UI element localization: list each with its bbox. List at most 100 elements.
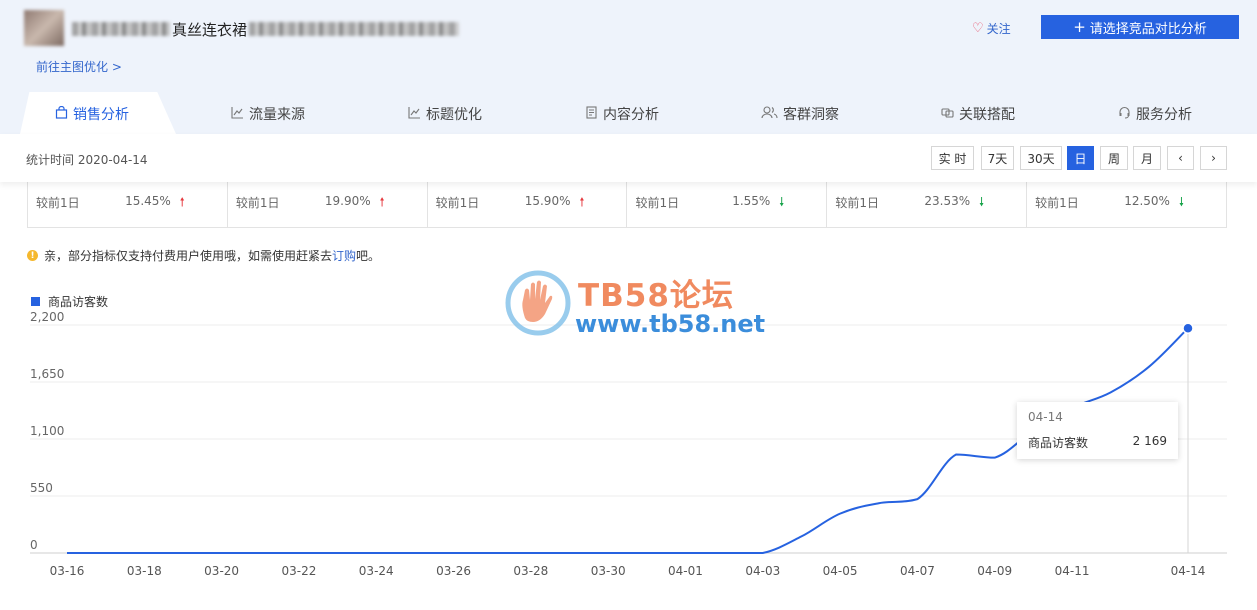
redacted-title-prefix [72,22,170,36]
document-icon [584,105,598,123]
legend-label: 商品访客数 [48,295,109,309]
metric-compare-label: 较前1日 [235,196,280,210]
x-tick-label: 03-16 [50,564,85,578]
compare-competitor-button[interactable]: + 请选择竞品对比分析 [1041,15,1239,39]
x-tick-label: 04-07 [900,564,935,578]
y-tick-label: 1,100 [30,424,64,438]
x-tick-label: 03-26 [436,564,471,578]
tab-sales-analysis[interactable]: 销售分析 [54,104,129,124]
metric-compare-label: 较前1日 [1035,196,1079,210]
analysis-tabs: 销售分析 流量来源 标题优化 内容分析 客群洞察 关联搭配 服务分析 [0,92,1257,134]
plus-icon: + [1073,17,1086,36]
data-point-highlight [1182,322,1194,334]
x-tick-label: 04-14 [1171,564,1206,578]
watermark-hand-logo [503,270,573,336]
chevron-right-icon: › [1211,151,1216,165]
y-tick-label: 1,650 [30,367,64,381]
metric-card: 较前1日 15.90% 🠕 [428,182,628,227]
product-header: 真丝连衣裙 前往主图优化 > ♡ 关注 + 请选择竞品对比分析 销售分析 流量来… [0,0,1257,134]
stat-time-label: 统计时间 2020-04-14 [26,153,148,167]
prev-date-button[interactable]: ‹ [1167,146,1194,170]
period-realtime-button[interactable]: 实 时 [931,146,974,170]
metric-card: 较前1日 19.90% 🠕 [228,182,428,227]
tab-audience-insight[interactable]: 客群洞察 [760,104,839,124]
arrow-down-icon: 🠗 [779,195,785,209]
tab-traffic-source[interactable]: 流量来源 [230,104,305,124]
metric-change-value: 15.90% [524,194,571,208]
tooltip-series-name: 商品访客数 [1028,436,1089,450]
paid-feature-notice: ! 亲，部分指标仅支持付费用户使用哦，如需使用赶紧去订购吧。 [27,247,380,264]
watermark-title: TB58论坛 [578,278,734,314]
chart-tooltip: 04-14 商品访客数 2 169 [1017,402,1178,459]
notice-text: 亲，部分指标仅支持付费用户使用哦，如需使用赶紧去 [44,249,333,263]
y-tick-label: 2,200 [30,310,64,324]
follow-label: 关注 [986,22,1011,36]
line-chart-icon [230,106,244,123]
next-date-button[interactable]: › [1200,146,1227,170]
legend-swatch [31,297,40,306]
x-tick-label: 03-18 [127,564,162,578]
info-icon: ! [27,250,38,261]
metric-card: 较前1日 12.50% 🠗 [1027,182,1226,227]
metric-change-value: 12.50% [1124,194,1170,208]
tooltip-date: 04-14 [1028,410,1063,424]
follow-button[interactable]: ♡ 关注 [972,20,1011,37]
notice-suffix: 吧。 [356,249,381,263]
metric-card: 较前1日 23.53% 🠗 [827,182,1028,227]
metric-card: 较前1日 1.55% 🠗 [627,182,828,227]
x-tick-label: 04-09 [977,564,1012,578]
metric-compare-label: 较前1日 [435,196,480,210]
period-month-button[interactable]: 月 [1133,146,1161,170]
date-toolbar: 统计时间 2020-04-14 实 时 7天 30天 日 周 月 ‹ › [0,134,1257,182]
arrow-up-icon: 🠕 [379,195,385,209]
product-title-text: 真丝连衣裙 [172,20,248,39]
redacted-title-suffix [249,22,460,36]
metric-strip: 较前1日 15.45% 🠕 较前1日 19.90% 🠕 较前1日 15.90% … [27,182,1227,228]
tooltip-value: 2 169 [1132,434,1167,448]
x-tick-label: 03-24 [359,564,394,578]
y-tick-label: 550 [30,481,53,495]
metric-change-value: 1.55% [732,194,771,208]
tab-content-analysis[interactable]: 内容分析 [584,104,659,124]
line-chart-icon [407,106,421,123]
compare-button-label: 请选择竞品对比分析 [1089,21,1207,37]
heart-icon: ♡ [972,21,984,36]
x-tick-label: 04-03 [745,564,780,578]
watermark-url: www.tb58.net [575,310,766,338]
x-tick-label: 04-11 [1055,564,1090,578]
chevron-left-icon: ‹ [1178,151,1183,165]
x-tick-label: 04-01 [668,564,703,578]
product-thumbnail [24,10,64,46]
product-title: 真丝连衣裙 [72,16,460,42]
y-tick-label: 0 [30,538,38,552]
users-icon [760,105,778,123]
x-tick-label: 03-20 [204,564,239,578]
period-day-button[interactable]: 日 [1067,146,1094,170]
metric-change-value: 15.45% [125,194,171,208]
tab-title-optimize[interactable]: 标题优化 [407,104,482,124]
metric-card: 较前1日 15.45% 🠕 [28,182,228,227]
subscribe-link[interactable]: 订购 [332,249,356,263]
shopping-bag-icon [54,105,68,123]
main-image-optimize-link[interactable]: 前往主图优化 > [36,58,122,75]
metric-compare-label: 较前1日 [835,196,879,210]
period-7day-button[interactable]: 7天 [981,146,1014,170]
x-tick-label: 03-22 [281,564,316,578]
x-tick-label: 04-05 [823,564,858,578]
arrow-up-icon: 🠕 [179,195,185,209]
link-icon [940,106,954,123]
metric-compare-label: 较前1日 [36,196,80,210]
metric-compare-label: 较前1日 [635,196,680,210]
arrow-down-icon: 🠗 [978,195,985,209]
arrow-down-icon: 🠗 [1178,195,1184,209]
metric-change-value: 19.90% [324,194,371,208]
chart-legend[interactable]: 商品访客数 [31,293,108,310]
x-tick-label: 03-28 [513,564,548,578]
period-30day-button[interactable]: 30天 [1020,146,1062,170]
arrow-up-icon: 🠕 [579,195,585,209]
headset-icon [1117,106,1131,123]
tab-related-matching[interactable]: 关联搭配 [940,104,1015,124]
metric-change-value: 23.53% [924,194,971,208]
tab-service-analysis[interactable]: 服务分析 [1117,104,1192,124]
period-week-button[interactable]: 周 [1100,146,1128,170]
